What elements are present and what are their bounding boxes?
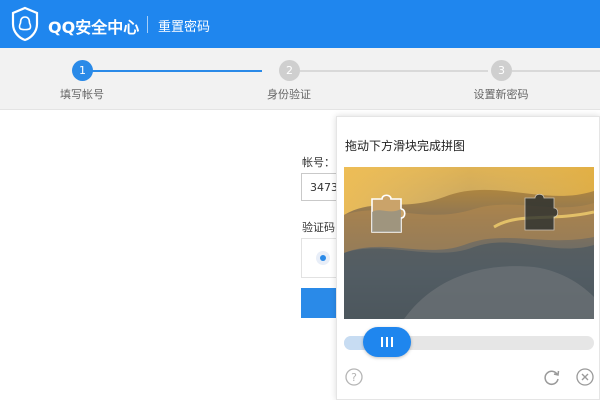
- step-1-circle: 1: [72, 60, 93, 81]
- account-label: 帐号：: [302, 156, 335, 169]
- progress-stepper: 1 2 3 填写帐号 身份验证 设置新密码: [0, 48, 600, 110]
- help-icon[interactable]: ?: [344, 367, 364, 387]
- svg-text:?: ?: [351, 371, 357, 384]
- refresh-icon[interactable]: [542, 367, 562, 387]
- slider-captcha-dialog: 拖动下方滑块完成拼图 ?: [336, 116, 600, 400]
- captcha-title: 拖动下方滑块完成拼图: [345, 139, 466, 153]
- captcha-label: 验证码: [302, 221, 335, 234]
- step-3-circle: 3: [491, 60, 512, 81]
- grip-lines-icon: [381, 337, 383, 347]
- shield-penguin-icon: [11, 6, 39, 42]
- step-2-circle: 2: [279, 60, 300, 81]
- step-connector-1: [92, 70, 262, 72]
- step-3-label: 设置新密码: [473, 88, 529, 101]
- puzzle-image: [344, 167, 594, 319]
- slider-handle[interactable]: [363, 327, 411, 357]
- step-connector-2: [300, 70, 488, 72]
- page-subtitle: 重置密码: [158, 20, 211, 35]
- desert-dunes-image: [344, 167, 594, 319]
- header-bar: QQ安全中心 重置密码: [0, 0, 600, 48]
- grip-line-3: [391, 337, 393, 347]
- captcha-dot-icon: [316, 251, 330, 265]
- header-divider: [147, 16, 148, 33]
- grip-line-2: [386, 337, 388, 347]
- step-connector-3: [512, 70, 600, 72]
- step-2-label: 身份验证: [267, 88, 311, 101]
- step-1-label: 填写帐号: [60, 88, 104, 101]
- close-icon[interactable]: [575, 367, 595, 387]
- app-title: QQ安全中心: [48, 18, 140, 37]
